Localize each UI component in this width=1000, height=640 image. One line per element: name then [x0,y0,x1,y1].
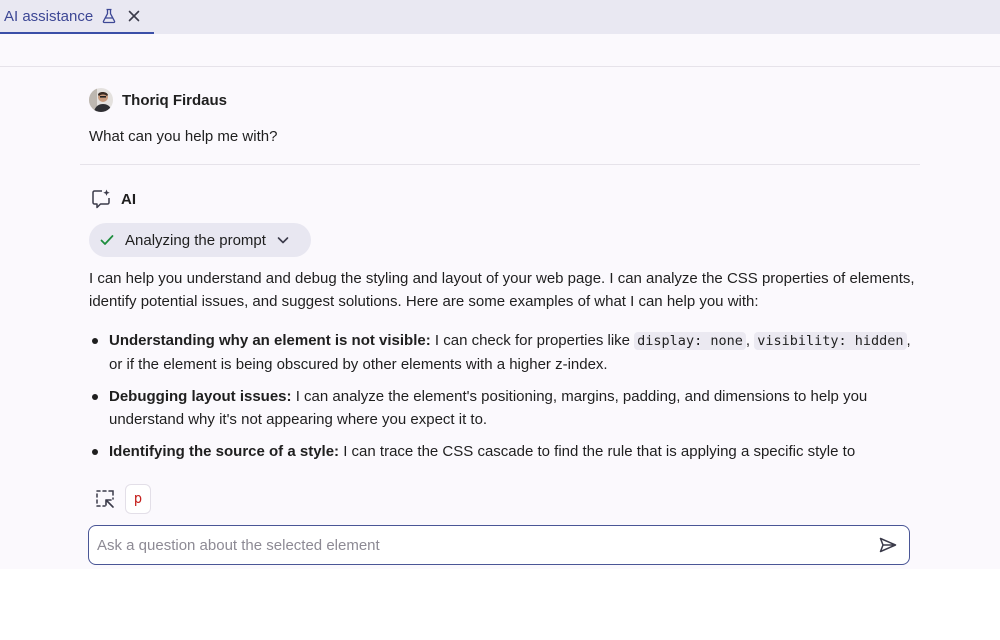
step-label: Analyzing the prompt [125,231,266,249]
list-item-text: I can trace the CSS cascade to find the … [339,443,856,460]
message-divider [80,164,920,165]
send-icon [879,537,897,553]
ai-answer-intro: I can help you understand and debug the … [89,270,915,310]
chevron-down-icon [276,233,290,247]
list-item-text: I can check for properties like [430,332,635,349]
prompt-input-box[interactable] [88,525,910,565]
check-icon [99,232,115,248]
select-element-button[interactable] [89,484,121,514]
select-element-icon [96,490,114,508]
user-header: Thoriq Firdaus [89,88,227,112]
list-item: Identifying the source of a style: I can… [89,440,919,463]
tab-label: AI assistance [4,7,94,25]
close-icon[interactable] [127,9,141,23]
prompt-input[interactable] [97,536,877,554]
selected-element-chip[interactable]: p [125,484,151,514]
send-button[interactable] [877,534,899,556]
inline-code: visibility: hidden [754,332,907,350]
list-item-title: Debugging layout issues: [109,388,292,405]
ai-header: AI [89,187,136,211]
list-item: Understanding why an element is not visi… [89,329,919,376]
inline-code: display: none [634,332,746,350]
ai-assistance-panel: Thoriq Firdaus What can you help me with… [0,34,1000,569]
list-item: Debugging layout issues: I can analyze t… [89,385,919,431]
flask-icon [101,8,117,24]
ai-sparkle-chat-icon [89,187,113,211]
list-item-title: Understanding why an element is not visi… [109,332,431,349]
tab-bar: AI assistance [0,0,1000,34]
user-message: What can you help me with? [89,128,278,145]
user-name: Thoriq Firdaus [122,91,227,109]
ai-name: AI [121,190,136,208]
tab-ai-assistance[interactable]: AI assistance [0,0,154,34]
ai-answer-list: Understanding why an element is not visi… [89,329,919,472]
toolbar-divider [0,66,1000,67]
list-item-text: , [745,332,755,349]
context-row: p [89,484,151,514]
list-item-title: Identifying the source of a style: [109,443,340,460]
avatar [89,88,113,112]
step-analyzing-prompt[interactable]: Analyzing the prompt [89,223,311,257]
